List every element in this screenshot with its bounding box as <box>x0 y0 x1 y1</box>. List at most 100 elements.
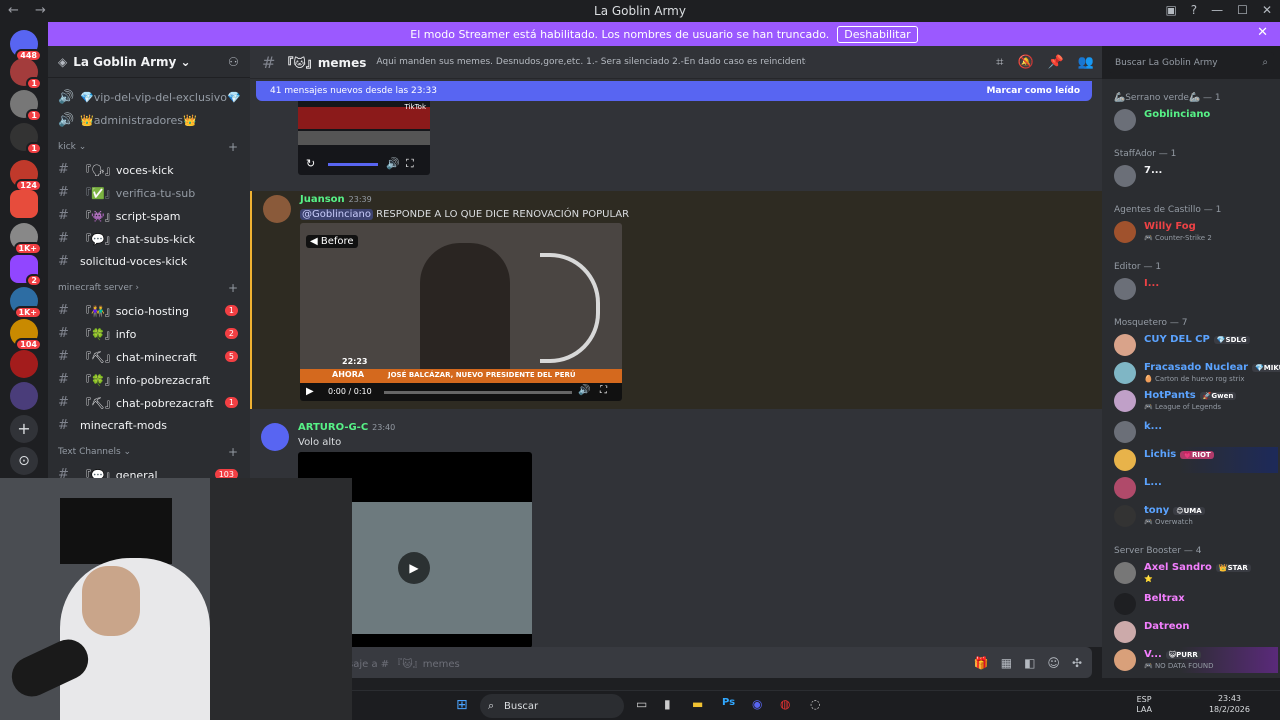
message-author[interactable]: Juanson 23:39 <box>300 194 372 205</box>
server-icon[interactable]: 124 <box>10 160 42 192</box>
channel-item[interactable]: # 『👾』script-spam <box>48 204 250 227</box>
twitch-server-icon[interactable]: 2 <box>10 255 42 287</box>
gift-icon[interactable]: 🎁 <box>974 656 989 670</box>
member-item[interactable]: L... <box>1114 475 1278 501</box>
progress-bar[interactable] <box>384 391 572 394</box>
avatar <box>1114 390 1136 412</box>
member-item[interactable]: 7... <box>1114 163 1278 189</box>
task-view-icon[interactable]: ▭ <box>636 697 647 711</box>
channel-item[interactable]: # 『🍀』info 2 <box>48 322 250 345</box>
member-item[interactable]: Beltrax <box>1114 591 1278 617</box>
member-item[interactable]: Fracasado Nuclear💎MIKU🥚 Carton de huevo … <box>1114 360 1280 386</box>
channel-item[interactable]: # 『💬』chat-subs-kick <box>48 227 250 250</box>
discord-taskbar-icon[interactable]: ◉ <box>752 697 762 711</box>
clock[interactable]: 23:43 18/2/2026 <box>1209 693 1250 715</box>
channel-item[interactable]: # 『💬』general 103 <box>48 463 250 478</box>
discover-icon[interactable]: ⊙ <box>10 447 38 475</box>
member-item[interactable]: Goblinciano <box>1114 107 1278 133</box>
fullscreen-icon[interactable]: ⛶ <box>600 385 607 396</box>
fullscreen-icon[interactable]: ⛶ <box>406 157 414 171</box>
member-item[interactable]: HotPants 🚀Gwen 🎮 League of Legends <box>1114 388 1278 414</box>
app-icon[interactable]: ◌ <box>810 697 820 711</box>
server-icon[interactable] <box>10 382 38 410</box>
maximize-icon[interactable]: ☐ <box>1237 3 1248 17</box>
channel-item[interactable]: # solicitud-voces-kick <box>48 250 250 273</box>
member-item[interactable]: Datreon <box>1114 619 1278 645</box>
server-icon[interactable]: 1K+ <box>10 287 42 319</box>
new-messages-bar[interactable]: 41 mensajes nuevos desde las 23:33 Marca… <box>256 81 1092 101</box>
message-input[interactable]: saje a # 『🐱』memes 🎁 ▦ ◧ ☺ ✣ <box>260 647 1092 678</box>
play-icon[interactable]: ▶ <box>306 386 314 397</box>
avatar[interactable] <box>263 195 291 223</box>
member-item[interactable]: k... <box>1114 419 1278 445</box>
server-icon[interactable] <box>10 350 38 378</box>
channel-item[interactable]: # 『👫』socio-hosting 1 <box>48 299 250 322</box>
language-indicator[interactable]: ESP LAA <box>1136 695 1152 715</box>
sticker-icon[interactable]: ◧ <box>1024 656 1035 670</box>
avatar <box>1114 649 1136 671</box>
category-minecraft[interactable]: minecraft server › + <box>48 277 250 299</box>
channel-item[interactable]: 🔊 💎vip-del-vip-del-exclusivo💎 <box>48 86 250 109</box>
pin-icon[interactable]: 📌 <box>1048 55 1064 70</box>
close-banner-icon[interactable]: ✕ <box>1257 25 1268 40</box>
server-icon[interactable]: 104 <box>10 319 42 351</box>
start-icon[interactable]: ⊞ <box>456 697 468 713</box>
photoshop-icon[interactable]: Ps <box>722 697 735 708</box>
channel-item[interactable]: # 『🗣』voces-kick <box>48 158 250 181</box>
inbox-icon[interactable]: ▣ <box>1165 3 1176 17</box>
chrome-icon[interactable]: ◍ <box>780 697 790 711</box>
app-icon[interactable]: ▮ <box>664 697 671 711</box>
dm-home-icon[interactable]: 448 <box>10 30 42 62</box>
threads-icon[interactable]: ⌗ <box>996 55 1003 70</box>
server-icon[interactable]: 1 <box>10 90 42 122</box>
mark-as-read-button[interactable]: Marcar como leído <box>986 86 1080 96</box>
member-item[interactable]: tony 😊UMA 🎮 Overwatch <box>1114 503 1278 529</box>
member-item[interactable]: Axel Sandro 👑STAR ⭐ <box>1114 560 1278 586</box>
channel-item[interactable]: 🔊 👑administradores👑 <box>48 109 250 132</box>
replay-icon[interactable]: ↻ <box>306 157 315 170</box>
close-window-icon[interactable]: ✕ <box>1262 3 1272 17</box>
avatar[interactable] <box>261 423 289 451</box>
mute-bell-icon[interactable]: 🔕 <box>1017 55 1033 70</box>
add-channel-icon[interactable]: + <box>228 445 238 459</box>
taskbar-search[interactable]: ⌕ Buscar <box>480 694 624 718</box>
add-server-icon[interactable]: + <box>10 415 38 443</box>
member-item[interactable]: CUY DEL CP 💎SDLG <box>1114 332 1278 358</box>
channel-topic[interactable]: Aqui manden sus memes. Desnudos,gore,etc… <box>376 57 806 67</box>
server-icon[interactable]: 1 <box>10 123 42 155</box>
channel-item[interactable]: # 『⛏』chat-pobrezacraft 1 <box>48 391 250 414</box>
disable-streamer-button[interactable]: Deshabilitar <box>837 25 918 43</box>
server-icon[interactable]: 1K+ <box>10 223 42 255</box>
member-item[interactable]: I... <box>1114 276 1278 302</box>
member-list-icon[interactable]: 👥 <box>1078 55 1094 70</box>
search-input[interactable]: Buscar La Goblin Army ⌕ <box>1108 52 1274 73</box>
emoji-icon[interactable]: ☺ <box>1047 656 1060 670</box>
video-embed[interactable]: ◀ Before 22:23 AHORA JOSÉ BALCÁZAR, NUEV… <box>300 223 622 401</box>
server-icon[interactable] <box>10 190 38 218</box>
user-mention[interactable]: @Goblinciano <box>300 209 373 220</box>
channel-item[interactable]: # 『⛏』chat-minecraft 5 <box>48 345 250 368</box>
gif-icon[interactable]: ▦ <box>1001 656 1012 670</box>
apps-icon[interactable]: ✣ <box>1072 656 1082 670</box>
add-channel-icon[interactable]: + <box>228 281 238 295</box>
volume-slider[interactable] <box>328 163 378 166</box>
add-channel-icon[interactable]: + <box>228 140 238 154</box>
category-text-channels[interactable]: Text Channels ⌄ + <box>48 441 250 463</box>
channel-item[interactable]: # 『🍀』info-pobrezacraft <box>48 368 250 391</box>
member-item[interactable]: Lichis 💗RIOT <box>1114 447 1278 473</box>
server-icon[interactable]: 1 <box>10 58 42 90</box>
member-item[interactable]: Willy Fog 🎮 Counter-Strike 2 <box>1114 219 1278 245</box>
play-icon[interactable]: ▶ <box>398 552 430 584</box>
category-kick[interactable]: kick ⌄ + <box>48 136 250 158</box>
volume-icon[interactable]: 🔊 <box>386 157 400 170</box>
volume-icon[interactable]: 🔊 <box>578 385 590 396</box>
message-author[interactable]: ARTURO-G-C 23:40 <box>298 422 395 433</box>
minimize-icon[interactable]: — <box>1211 3 1223 17</box>
channel-item[interactable]: # minecraft-mods <box>48 414 250 437</box>
server-header[interactable]: ◈ La Goblin Army ⌄ ⚇ <box>48 46 250 78</box>
member-item[interactable]: V... 😺PURR 🎮 NO DATA FOUND <box>1114 647 1278 673</box>
invite-people-icon[interactable]: ⚇ <box>228 55 239 69</box>
help-icon[interactable]: ? <box>1191 3 1197 17</box>
channel-item[interactable]: # 『✅』verifica-tu-sub <box>48 181 250 204</box>
file-explorer-icon[interactable]: ▬ <box>692 697 703 711</box>
